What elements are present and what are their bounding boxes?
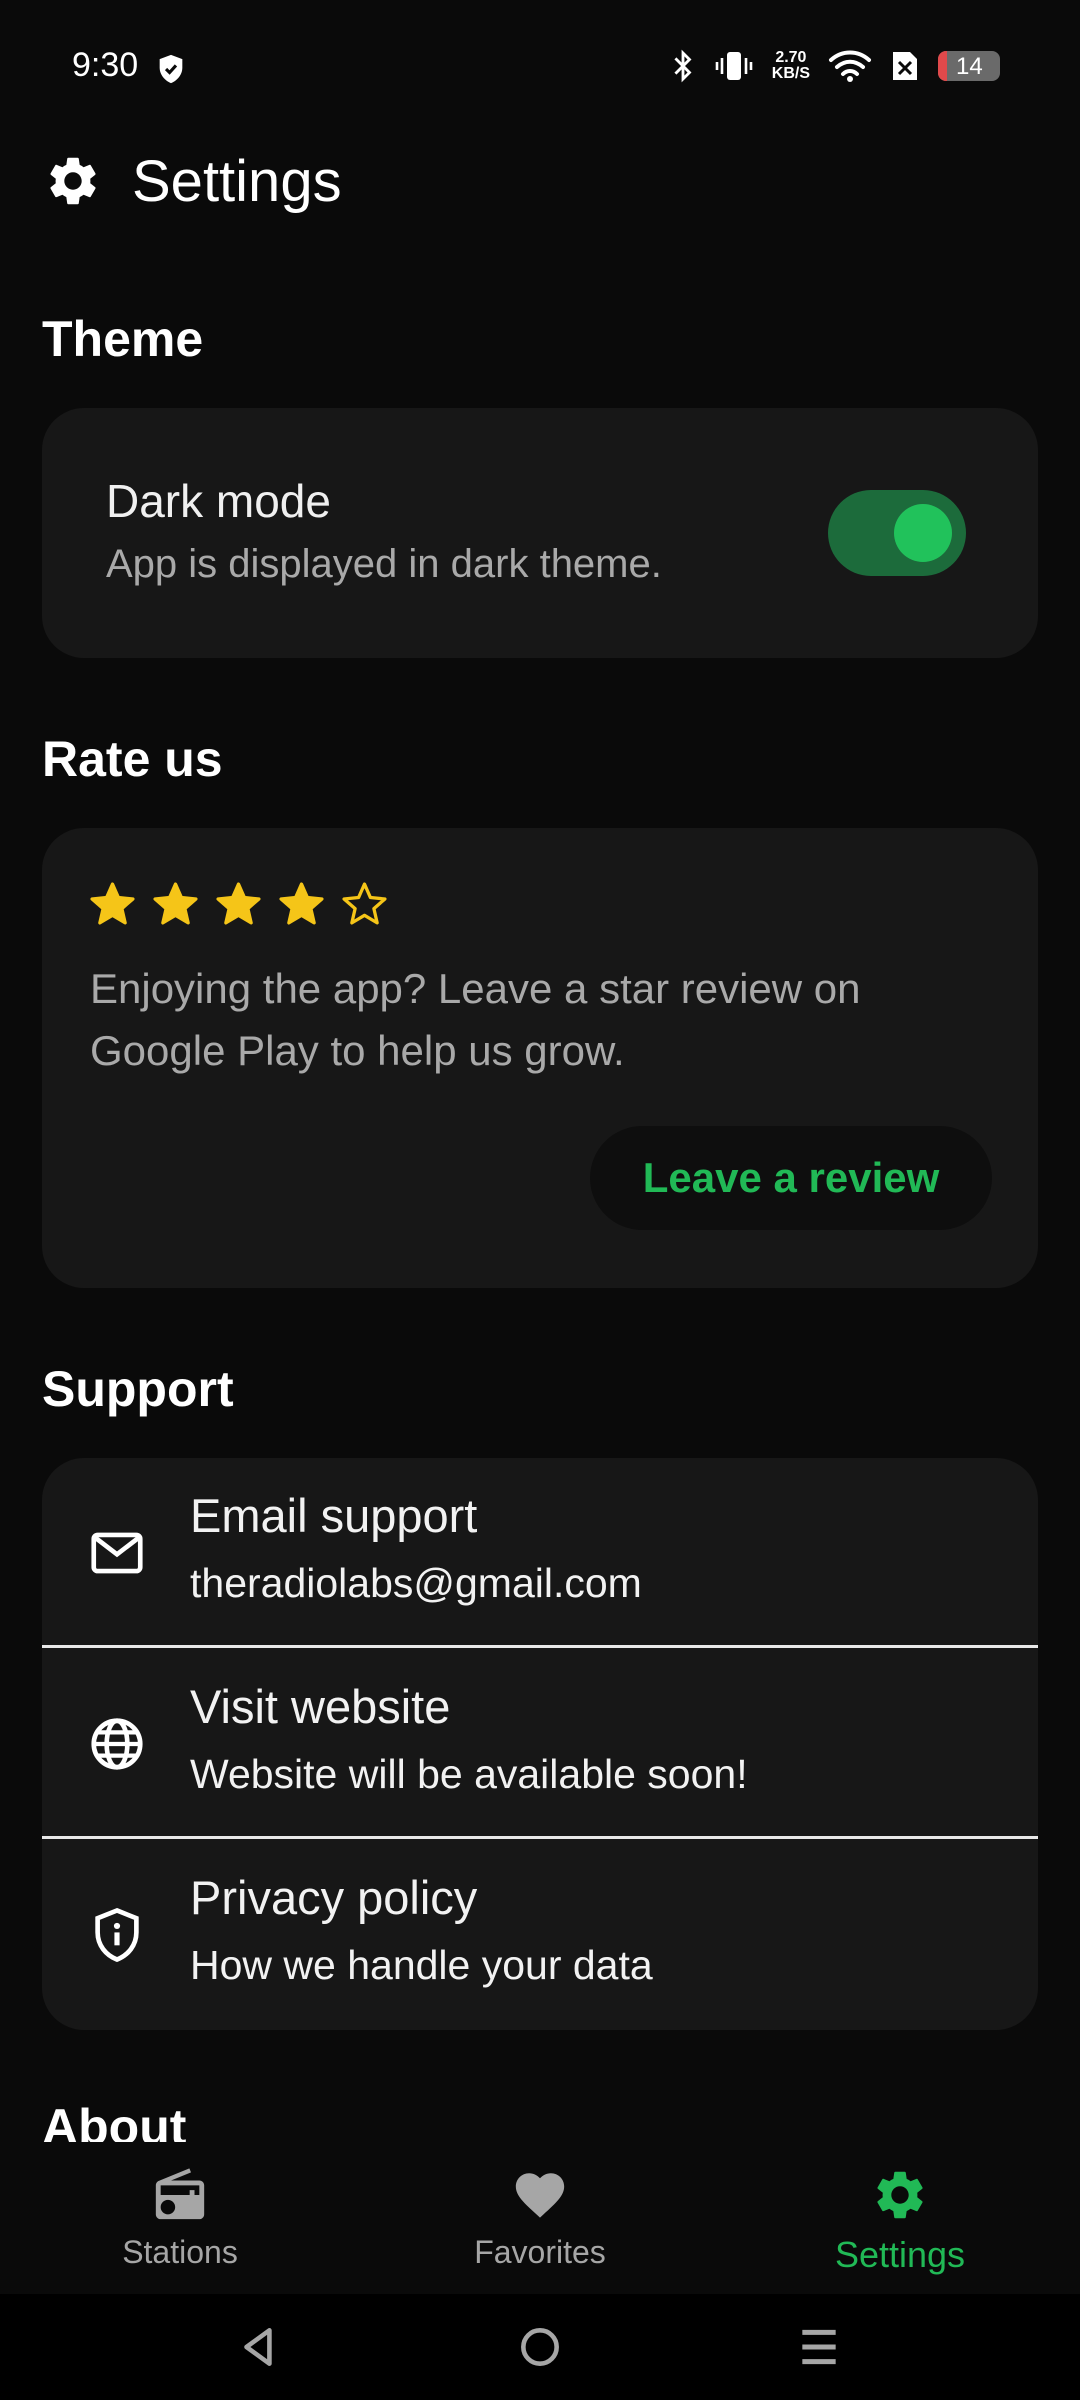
shield-check-icon	[159, 54, 183, 84]
app-header: Settings	[44, 148, 342, 214]
gear-icon	[50, 157, 96, 205]
dark-mode-subtitle: App is displayed in dark theme.	[106, 542, 662, 586]
mail-icon	[91, 1532, 143, 1574]
nav-favorites-label: Favorites	[474, 2234, 606, 2270]
wifi-icon	[829, 50, 871, 82]
settings-screen: 9:30 2.70 KB/S 14 Settings Theme Dark mo…	[0, 0, 1080, 2400]
shield-info-icon	[95, 1907, 139, 1963]
star-filled-icon[interactable]	[88, 880, 137, 929]
email-support-row[interactable]: Email support theradiolabs@gmail.com	[42, 1458, 1038, 1648]
page-title: Settings	[132, 148, 342, 214]
nav-settings[interactable]: Settings	[720, 2142, 1080, 2294]
system-navigation-bar	[0, 2294, 1080, 2400]
support-card: Email support theradiolabs@gmail.com Vis…	[42, 1458, 1038, 2030]
star-filled-icon[interactable]	[151, 880, 200, 929]
status-icons: 2.70 KB/S 14	[670, 48, 1000, 84]
battery-level: 14	[956, 53, 983, 80]
heart-icon	[515, 2173, 565, 2218]
rate-card: Enjoying the app? Leave a star review on…	[42, 828, 1038, 1288]
dark-mode-toggle[interactable]	[828, 490, 966, 576]
radio-icon	[155, 2168, 205, 2220]
visit-website-subtitle: Website will be available soon!	[190, 1751, 748, 1797]
bluetooth-icon	[674, 49, 692, 83]
status-bar: 9:30 2.70 KB/S 14	[0, 0, 1080, 140]
privacy-policy-subtitle: How we handle your data	[190, 1942, 653, 1988]
rate-section-title: Rate us	[42, 731, 223, 787]
back-icon[interactable]	[234, 2322, 284, 2372]
rate-description: Enjoying the app? Leave a star review on…	[90, 965, 861, 1074]
visit-website-title: Visit website	[190, 1680, 451, 1733]
dark-mode-card[interactable]: Dark mode App is displayed in dark theme…	[42, 408, 1038, 658]
star-filled-icon[interactable]	[214, 880, 263, 929]
star-filled-icon[interactable]	[277, 880, 326, 929]
support-section-title: Support	[42, 1361, 234, 1417]
no-sim-icon	[893, 52, 917, 80]
email-support-title: Email support	[190, 1489, 478, 1542]
globe-icon	[91, 1718, 143, 1770]
nav-favorites[interactable]: Favorites	[360, 2142, 720, 2294]
privacy-policy-title: Privacy policy	[190, 1871, 478, 1924]
visit-website-row[interactable]: Visit website Website will be available …	[42, 1649, 1038, 1839]
star-rating[interactable]	[88, 880, 389, 929]
nav-stations[interactable]: Stations	[0, 2142, 360, 2294]
leave-review-button[interactable]: Leave a review	[590, 1126, 992, 1230]
status-time: 9:30	[72, 46, 139, 84]
vibrate-icon	[715, 52, 753, 80]
gear-icon	[877, 2171, 923, 2219]
battery-fill	[938, 51, 947, 81]
divider	[42, 1645, 1038, 1648]
network-speed-value: 2.70	[775, 49, 807, 66]
toggle-knob	[894, 504, 952, 562]
nav-stations-label: Stations	[122, 2234, 238, 2270]
nav-settings-label: Settings	[834, 2234, 966, 2275]
privacy-policy-row[interactable]: Privacy policy How we handle your data	[42, 1840, 1038, 2030]
star-outline-icon[interactable]	[340, 880, 389, 929]
bottom-navigation: Stations Favorites Settings	[0, 2142, 1080, 2294]
network-speed-unit: KB/S	[771, 65, 810, 82]
email-support-subtitle: theradiolabs@gmail.com	[190, 1560, 642, 1606]
dark-mode-title: Dark mode	[106, 475, 331, 527]
divider	[42, 1836, 1038, 1839]
battery-indicator: 14	[938, 51, 1000, 81]
theme-section-title: Theme	[42, 311, 204, 367]
home-icon[interactable]	[515, 2322, 565, 2372]
menu-icon[interactable]	[794, 2322, 844, 2372]
network-speed: 2.70 KB/S	[772, 50, 810, 82]
